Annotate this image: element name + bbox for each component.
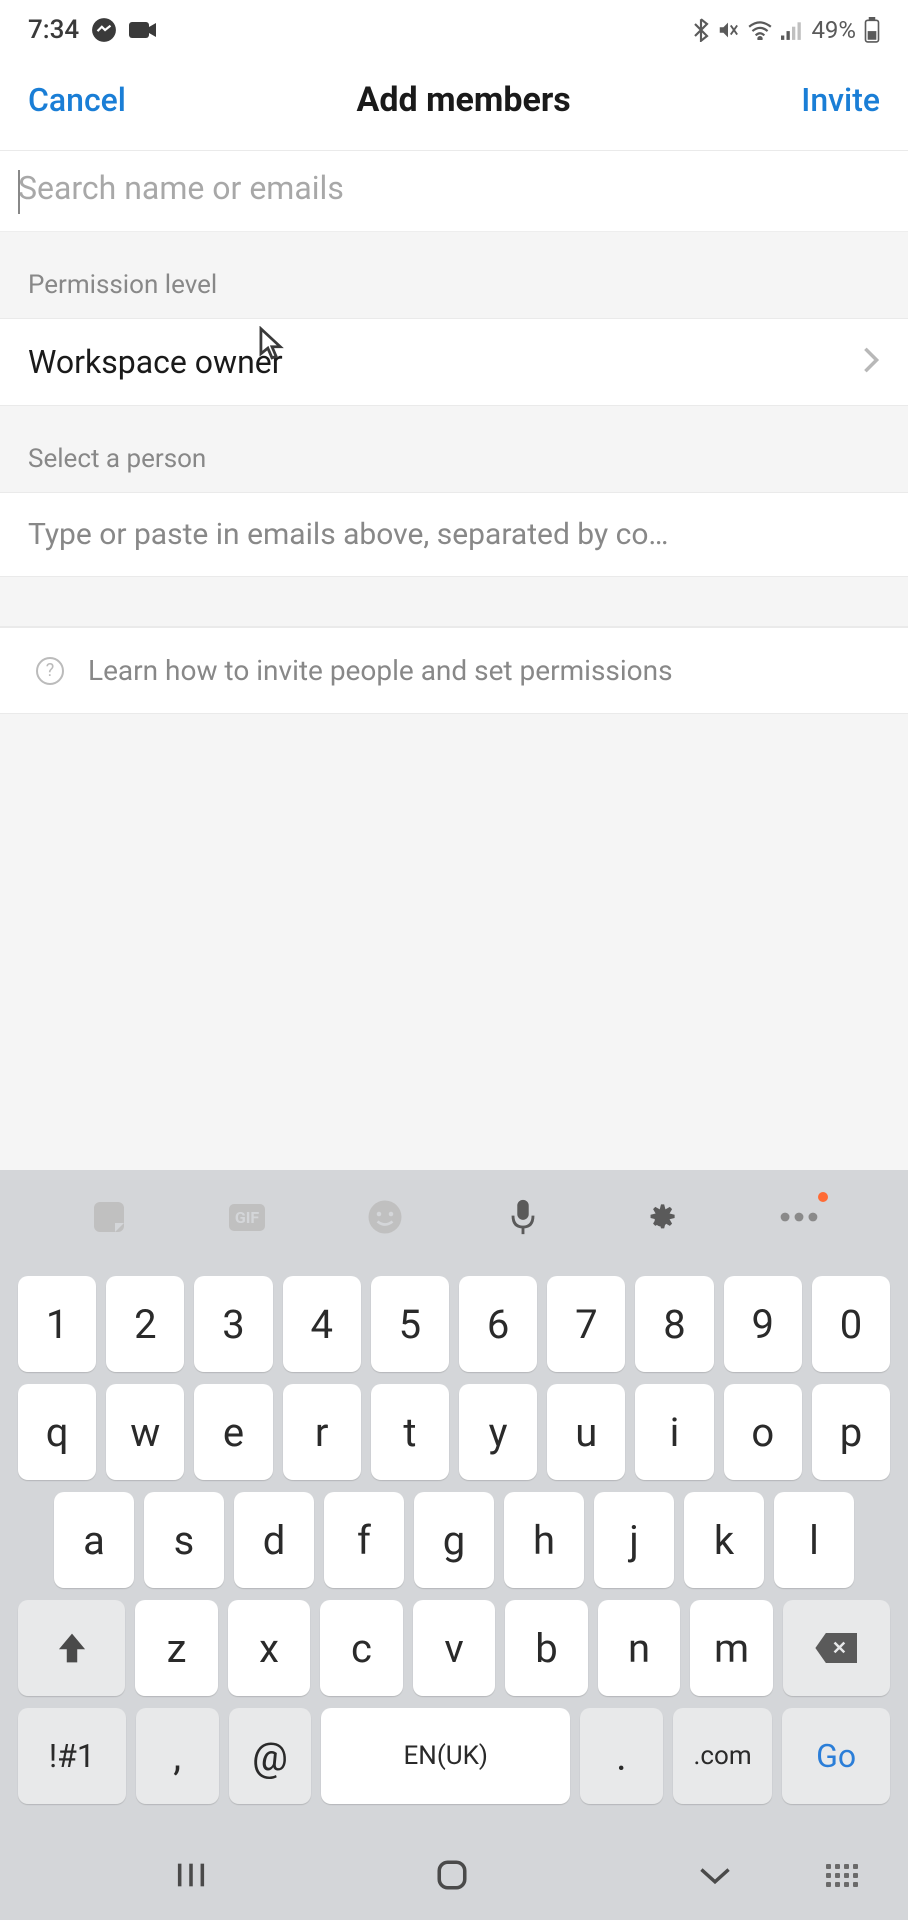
permission-level-row[interactable]: Workspace owner [0, 318, 908, 406]
search-row [0, 151, 908, 232]
invite-button[interactable]: Invite [801, 81, 880, 119]
key-m[interactable]: m [690, 1600, 773, 1696]
key-4[interactable]: 4 [283, 1276, 361, 1372]
key-j[interactable]: j [594, 1492, 674, 1588]
key-v[interactable]: v [413, 1600, 496, 1696]
key-o[interactable]: o [724, 1384, 802, 1480]
status-time: 7:34 [28, 15, 79, 45]
key-7[interactable]: 7 [547, 1276, 625, 1372]
search-input[interactable] [18, 169, 890, 207]
keyboard-row-qwerty: q w e r t y u i o p [0, 1378, 908, 1486]
notification-dot-icon [818, 1192, 828, 1202]
wifi-icon [747, 20, 773, 40]
key-a[interactable]: a [54, 1492, 134, 1588]
nav-home-button[interactable] [435, 1858, 469, 1892]
key-space[interactable]: EN(UK) [321, 1708, 570, 1804]
camera-icon [129, 20, 157, 40]
messenger-icon [91, 17, 117, 43]
key-2[interactable]: 2 [106, 1276, 184, 1372]
keyboard-toolbar: GIF [0, 1170, 908, 1270]
help-icon: ? [36, 657, 64, 685]
key-q[interactable]: q [18, 1384, 96, 1480]
settings-gear-icon[interactable] [638, 1194, 684, 1240]
key-at[interactable]: @ [229, 1708, 312, 1804]
backspace-icon: ✕ [815, 1633, 857, 1663]
emoji-icon[interactable] [362, 1194, 408, 1240]
permission-value: Workspace owner [28, 343, 283, 381]
gif-icon[interactable]: GIF [224, 1194, 270, 1240]
system-nav-bar [0, 1830, 908, 1920]
select-person-hint: Type or paste in emails above, separated… [0, 492, 908, 577]
key-g[interactable]: g [414, 1492, 494, 1588]
key-9[interactable]: 9 [724, 1276, 802, 1372]
mute-icon [717, 19, 739, 41]
key-b[interactable]: b [505, 1600, 588, 1696]
key-0[interactable]: 0 [812, 1276, 890, 1372]
chevron-right-icon [862, 346, 880, 378]
key-f[interactable]: f [324, 1492, 404, 1588]
learn-more-row[interactable]: ? Learn how to invite people and set per… [0, 627, 908, 714]
nav-keyboard-toggle-icon[interactable] [826, 1864, 858, 1887]
more-icon[interactable] [776, 1194, 822, 1240]
key-e[interactable]: e [194, 1384, 272, 1480]
key-6[interactable]: 6 [459, 1276, 537, 1372]
battery-percent: 49% [811, 16, 856, 44]
key-c[interactable]: c [320, 1600, 403, 1696]
keyboard-row-zxcv: z x c v b n m ✕ [0, 1594, 908, 1702]
keyboard-row-asdf: a s d f g h j k l [0, 1486, 908, 1594]
select-person-label: Select a person [0, 406, 908, 492]
status-left: 7:34 [28, 15, 157, 45]
nav-recent-button[interactable] [174, 1858, 208, 1892]
permission-label: Permission level [0, 232, 908, 318]
key-h[interactable]: h [504, 1492, 584, 1588]
battery-icon [864, 17, 880, 43]
mic-icon[interactable] [500, 1194, 546, 1240]
key-n[interactable]: n [598, 1600, 681, 1696]
key-z[interactable]: z [135, 1600, 218, 1696]
key-s[interactable]: s [144, 1492, 224, 1588]
spacer [0, 577, 908, 627]
key-r[interactable]: r [283, 1384, 361, 1480]
keyboard-row-bottom: !#1 , @ EN(UK) . .com Go [0, 1702, 908, 1810]
key-w[interactable]: w [106, 1384, 184, 1480]
key-comma[interactable]: , [136, 1708, 219, 1804]
bluetooth-icon [693, 18, 709, 42]
key-period[interactable]: . [580, 1708, 663, 1804]
key-go[interactable]: Go [782, 1708, 890, 1804]
key-backspace[interactable]: ✕ [783, 1600, 890, 1696]
key-x[interactable]: x [228, 1600, 311, 1696]
key-k[interactable]: k [684, 1492, 764, 1588]
key-u[interactable]: u [547, 1384, 625, 1480]
key-i[interactable]: i [635, 1384, 713, 1480]
status-right: 49% [693, 16, 880, 44]
key-t[interactable]: t [371, 1384, 449, 1480]
signal-icon [781, 20, 803, 40]
key-shift[interactable] [18, 1600, 125, 1696]
page-title: Add members [357, 80, 571, 120]
key-y[interactable]: y [459, 1384, 537, 1480]
cancel-button[interactable]: Cancel [28, 81, 126, 119]
key-3[interactable]: 3 [194, 1276, 272, 1372]
key-l[interactable]: l [774, 1492, 854, 1588]
learn-text: Learn how to invite people and set permi… [88, 654, 673, 687]
keyboard-row-numbers: 1 2 3 4 5 6 7 8 9 0 [0, 1270, 908, 1378]
key-1[interactable]: 1 [18, 1276, 96, 1372]
content-spacer [0, 714, 908, 1170]
status-bar: 7:34 49% [0, 0, 908, 60]
text-cursor [18, 170, 20, 214]
key-5[interactable]: 5 [371, 1276, 449, 1372]
sticker-icon[interactable] [86, 1194, 132, 1240]
nav-back-button[interactable] [696, 1863, 734, 1887]
page-header: Cancel Add members Invite [0, 60, 908, 151]
on-screen-keyboard: GIF 1 2 3 4 5 6 7 8 9 0 q w e r t y u [0, 1170, 908, 1830]
key-dotcom[interactable]: .com [673, 1708, 772, 1804]
key-symbols[interactable]: !#1 [18, 1708, 126, 1804]
key-d[interactable]: d [234, 1492, 314, 1588]
key-8[interactable]: 8 [635, 1276, 713, 1372]
key-p[interactable]: p [812, 1384, 890, 1480]
